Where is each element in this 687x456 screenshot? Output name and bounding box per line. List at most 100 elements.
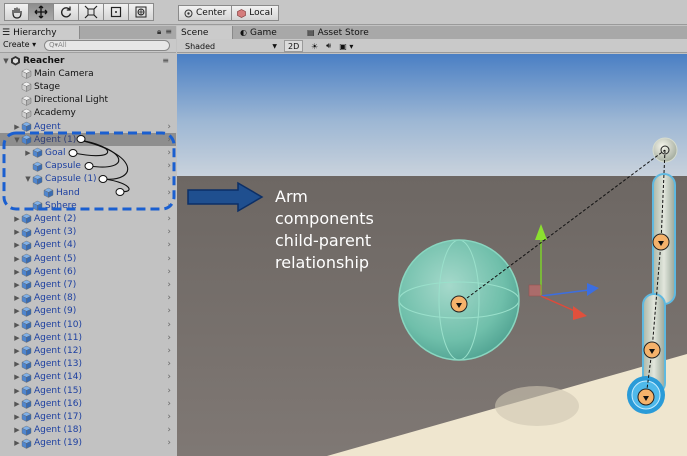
hierarchy-item[interactable]: ▶ Agent (5) › xyxy=(0,252,176,265)
hierarchy-item[interactable]: ▶ Agent (6) › xyxy=(0,265,176,278)
collapsed-arrow-icon[interactable]: ▶ xyxy=(13,373,21,381)
prefab-open-icon[interactable]: › xyxy=(167,333,171,343)
hierarchy-item[interactable]: ▶ Agent (3) › xyxy=(0,226,176,239)
hierarchy-item[interactable]: ▶ Agent (10) › xyxy=(0,318,176,331)
expanded-arrow-icon[interactable]: ▼ xyxy=(24,175,32,183)
prefab-open-icon[interactable]: › xyxy=(167,346,171,356)
transform-tool-button[interactable] xyxy=(129,3,154,21)
prefab-open-icon[interactable]: › xyxy=(167,240,171,250)
hierarchy-item[interactable]: ▶ Agent (13) › xyxy=(0,358,176,371)
pivot-mode-button[interactable]: Center xyxy=(178,5,233,21)
hierarchy-item[interactable]: Directional Light xyxy=(0,94,176,107)
collapsed-arrow-icon[interactable]: ▶ xyxy=(13,439,21,447)
collapsed-arrow-icon[interactable]: ▶ xyxy=(13,294,21,302)
hierarchy-item[interactable]: ▶ Agent (7) › xyxy=(0,278,176,291)
hierarchy-item[interactable]: Capsule › xyxy=(0,160,176,173)
prefab-open-icon[interactable]: › xyxy=(167,122,171,132)
collapsed-arrow-icon[interactable]: ▶ xyxy=(13,321,21,329)
prefab-open-icon[interactable]: › xyxy=(167,320,171,330)
collapsed-arrow-icon[interactable]: ▶ xyxy=(13,347,21,355)
tab-asset-store[interactable]: ▤ Asset Store xyxy=(307,26,369,39)
audio-icon[interactable]: 🔊︎ xyxy=(326,41,331,51)
prefab-open-icon[interactable]: › xyxy=(167,148,171,158)
collapsed-arrow-icon[interactable]: ▶ xyxy=(24,149,32,157)
create-button[interactable]: Create ▾ xyxy=(3,40,36,49)
hierarchy-item[interactable]: ▶ Agent (12) › xyxy=(0,344,176,357)
collapsed-arrow-icon[interactable]: ▶ xyxy=(13,426,21,434)
move-tool-button[interactable] xyxy=(29,3,54,21)
expanded-arrow-icon[interactable]: ▼ xyxy=(13,136,21,144)
prefab-open-icon[interactable]: › xyxy=(167,280,171,290)
collapsed-arrow-icon[interactable]: ▶ xyxy=(13,281,21,289)
expanded-arrow-icon[interactable]: ▼ xyxy=(2,57,10,65)
hierarchy-item[interactable]: ▶ Agent (17) › xyxy=(0,410,176,423)
hierarchy-item[interactable]: Academy xyxy=(0,107,176,120)
hierarchy-item[interactable]: ▶ Agent (9) › xyxy=(0,305,176,318)
hierarchy-item[interactable]: ▶ Agent (8) › xyxy=(0,292,176,305)
hierarchy-item[interactable]: ▶ Agent (19) › xyxy=(0,437,176,450)
collapsed-arrow-icon[interactable]: ▶ xyxy=(13,255,21,263)
hierarchy-item[interactable]: ▼ Agent (1) › xyxy=(0,133,176,147)
scene-root-item[interactable]: ▼ Reacher ≡ xyxy=(0,54,176,67)
effects-icon[interactable]: ▣ ▾ xyxy=(339,42,353,51)
collapsed-arrow-icon[interactable]: ▶ xyxy=(13,400,21,408)
prefab-open-icon[interactable]: › xyxy=(167,214,171,224)
hierarchy-item[interactable]: Main Camera xyxy=(0,67,176,80)
collapsed-arrow-icon[interactable]: ▶ xyxy=(13,360,21,368)
prefab-open-icon[interactable]: › xyxy=(167,372,171,382)
prefab-open-icon[interactable]: › xyxy=(167,227,171,237)
scene-menu-icon[interactable]: ≡ xyxy=(162,56,169,65)
hierarchy-item[interactable]: Stage xyxy=(0,80,176,93)
prefab-open-icon[interactable]: › xyxy=(167,293,171,303)
hierarchy-item[interactable]: Sphere › xyxy=(0,199,176,212)
hierarchy-item[interactable]: ▶ Goal › xyxy=(0,146,176,159)
hand-tool-button[interactable] xyxy=(4,3,29,21)
collapsed-arrow-icon[interactable]: ▶ xyxy=(13,228,21,236)
hierarchy-item[interactable]: ▼ Capsule (1) › xyxy=(0,173,176,186)
prefab-open-icon[interactable]: › xyxy=(167,438,171,448)
prefab-open-icon[interactable]: › xyxy=(167,201,171,211)
prefab-open-icon[interactable]: › xyxy=(167,399,171,409)
collapsed-arrow-icon[interactable]: ▶ xyxy=(13,215,21,223)
hierarchy-item[interactable]: ▶ Agent (4) › xyxy=(0,239,176,252)
tab-game[interactable]: ◐ Game xyxy=(240,26,277,39)
lock-icon[interactable]: 🔒︎ xyxy=(157,27,161,37)
collapsed-arrow-icon[interactable]: ▶ xyxy=(13,268,21,276)
tab-hierarchy[interactable]: ☰ Hierarchy xyxy=(0,26,80,39)
prefab-open-icon[interactable]: › xyxy=(167,135,171,145)
prefab-open-icon[interactable]: › xyxy=(167,386,171,396)
pivot-space-button[interactable]: Local xyxy=(232,5,279,21)
hierarchy-search-input[interactable]: Q▾All xyxy=(44,40,170,51)
hierarchy-item[interactable]: ▶ Agent (11) › xyxy=(0,331,176,344)
collapsed-arrow-icon[interactable]: ▶ xyxy=(13,387,21,395)
scene-viewport[interactable] xyxy=(177,54,687,456)
tab-scene[interactable]: Scene xyxy=(177,26,233,39)
hierarchy-item[interactable]: ▶ Agent (18) › xyxy=(0,424,176,437)
hierarchy-item[interactable]: ▶ Agent › xyxy=(0,120,176,133)
collapsed-arrow-icon[interactable]: ▶ xyxy=(13,241,21,249)
scale-tool-button[interactable] xyxy=(79,3,104,21)
prefab-open-icon[interactable]: › xyxy=(167,188,171,198)
collapsed-arrow-icon[interactable]: ▶ xyxy=(13,413,21,421)
rect-tool-button[interactable] xyxy=(104,3,129,21)
hierarchy-item[interactable]: Hand › xyxy=(0,186,176,199)
prefab-open-icon[interactable]: › xyxy=(167,174,171,184)
prefab-open-icon[interactable]: › xyxy=(167,161,171,171)
toggle-2d-button[interactable]: 2D xyxy=(284,40,304,52)
hierarchy-item[interactable]: ▶ Agent (14) › xyxy=(0,371,176,384)
prefab-open-icon[interactable]: › xyxy=(167,425,171,435)
rotate-tool-button[interactable] xyxy=(54,3,79,21)
panel-menu-icon[interactable]: ≡ xyxy=(165,27,172,37)
hierarchy-item[interactable]: ▶ Agent (2) › xyxy=(0,212,176,225)
hierarchy-item[interactable]: ▶ Agent (16) › xyxy=(0,397,176,410)
prefab-open-icon[interactable]: › xyxy=(167,412,171,422)
hierarchy-item[interactable]: ▶ Agent (15) › xyxy=(0,384,176,397)
collapsed-arrow-icon[interactable]: ▶ xyxy=(13,334,21,342)
collapsed-arrow-icon[interactable]: ▶ xyxy=(13,307,21,315)
prefab-open-icon[interactable]: › xyxy=(167,359,171,369)
prefab-open-icon[interactable]: › xyxy=(167,306,171,316)
prefab-open-icon[interactable]: › xyxy=(167,267,171,277)
prefab-open-icon[interactable]: › xyxy=(167,254,171,264)
collapsed-arrow-icon[interactable]: ▶ xyxy=(13,123,21,131)
shading-mode-dropdown[interactable]: Shaded ▼ xyxy=(185,40,277,52)
